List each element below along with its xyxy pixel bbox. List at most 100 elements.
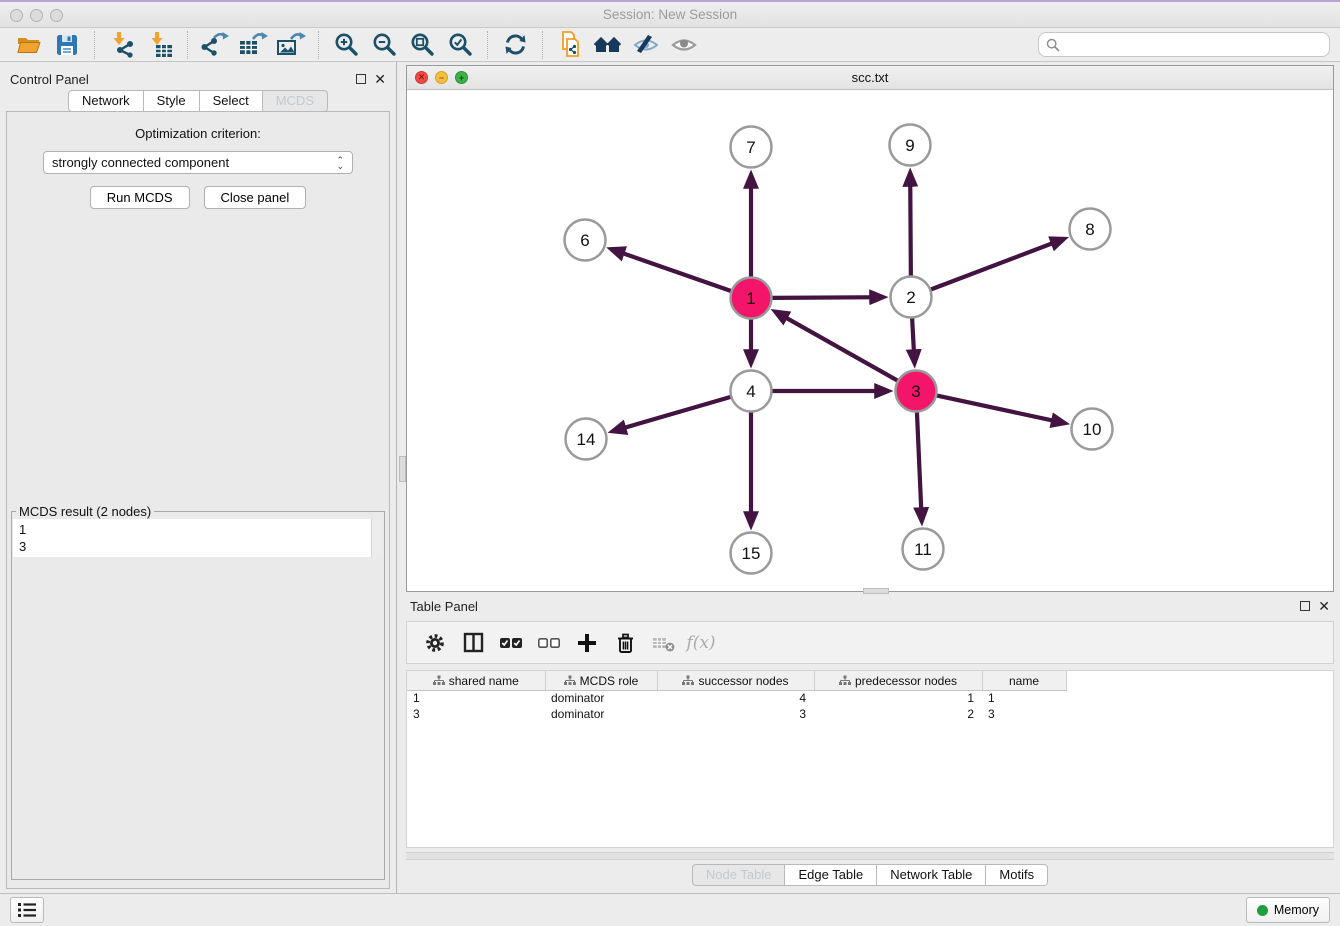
table-settings-button[interactable] — [419, 626, 451, 660]
tab-network[interactable]: Network — [68, 90, 144, 112]
table-cell[interactable]: dominator — [545, 706, 657, 722]
hide-selected-button[interactable] — [629, 30, 663, 60]
table-toolbar: f(x) — [406, 621, 1334, 664]
network-canvas[interactable]: 1234678910111415 — [407, 90, 1333, 591]
graph-edge-2-3[interactable] — [912, 318, 914, 363]
houses-icon — [593, 32, 623, 58]
list-icon — [17, 901, 37, 919]
table-cell[interactable]: 3 — [657, 706, 814, 722]
open-session-button[interactable] — [12, 30, 46, 60]
export-network-icon — [201, 31, 229, 58]
export-image-icon — [276, 31, 306, 58]
tab-style[interactable]: Style — [144, 90, 200, 112]
export-image-button[interactable] — [274, 30, 308, 60]
show-columns-button[interactable] — [457, 626, 489, 660]
table-tab-network-table[interactable]: Network Table — [877, 864, 986, 886]
select-all-columns-button[interactable] — [495, 626, 527, 660]
tab-mcds[interactable]: MCDS — [263, 90, 328, 112]
network-window-titlebar[interactable]: ✕ − + scc.txt — [407, 66, 1333, 90]
graph-node-label: 3 — [911, 382, 920, 401]
search-input[interactable] — [1065, 37, 1322, 52]
result-scrollbar[interactable] — [371, 519, 383, 557]
tab-select[interactable]: Select — [200, 90, 263, 112]
close-window-button[interactable] — [10, 9, 23, 22]
network-maximize-button[interactable]: + — [455, 71, 468, 84]
toolbar-separator — [487, 31, 488, 59]
float-table-panel-icon[interactable] — [1300, 599, 1310, 614]
table-row: 3dominator323 — [407, 706, 1066, 722]
delete-column-button[interactable] — [609, 626, 641, 660]
graph-edge-2-9[interactable] — [910, 172, 911, 275]
task-history-button[interactable] — [10, 897, 44, 923]
column-header-name[interactable]: name — [982, 671, 1066, 690]
table-cell[interactable]: 1 — [982, 690, 1066, 706]
run-mcds-button[interactable]: Run MCDS — [90, 186, 190, 209]
graph-edge-1-2[interactable] — [772, 297, 883, 298]
column-type-icon — [564, 675, 576, 686]
column-type-icon — [839, 675, 851, 686]
mcds-panel: Optimization criterion: strongly connect… — [6, 111, 390, 889]
refresh-button[interactable] — [498, 30, 532, 60]
network-minimize-button[interactable]: − — [435, 71, 448, 84]
create-column-button[interactable] — [571, 626, 603, 660]
graph-edge-3-1[interactable] — [775, 312, 897, 381]
network-close-button[interactable]: ✕ — [415, 71, 428, 84]
horizontal-splitter-handle[interactable] — [863, 588, 889, 594]
minimize-window-button[interactable] — [30, 9, 43, 22]
network-window-title: scc.txt — [407, 70, 1333, 85]
column-header-predecessor-nodes[interactable]: predecessor nodes — [814, 671, 982, 690]
nested-networks-button[interactable] — [591, 30, 625, 60]
table-splitter-strip[interactable] — [406, 852, 1334, 860]
import-table-button[interactable] — [143, 30, 177, 60]
column-header-successor-nodes[interactable]: successor nodes — [657, 671, 814, 690]
graph-edge-4-14[interactable] — [612, 397, 730, 431]
float-panel-icon[interactable] — [356, 72, 366, 87]
toolbar-separator — [187, 31, 188, 59]
graph-edge-3-10[interactable] — [937, 396, 1065, 424]
save-session-button[interactable] — [50, 30, 84, 60]
table-cell[interactable]: dominator — [545, 690, 657, 706]
table-tab-edge-table[interactable]: Edge Table — [785, 864, 877, 886]
window-controls — [10, 9, 63, 22]
deselect-all-columns-button[interactable] — [533, 626, 565, 660]
column-header-shared-name[interactable]: shared name — [407, 671, 545, 690]
mcds-result-list[interactable]: 13 — [13, 519, 371, 557]
graph-node-label: 4 — [746, 382, 755, 401]
close-panel-button[interactable]: Close panel — [204, 186, 307, 209]
column-header-mcds-role[interactable]: MCDS role — [545, 671, 657, 690]
zoom-selected-button[interactable] — [443, 30, 477, 60]
table-cell[interactable]: 4 — [657, 690, 814, 706]
zoom-out-button[interactable] — [367, 30, 401, 60]
close-table-panel-icon[interactable]: ✕ — [1318, 601, 1330, 611]
function-builder-button[interactable]: f(x) — [685, 626, 717, 660]
graph-edge-3-11[interactable] — [917, 412, 922, 521]
table-cell[interactable]: 3 — [407, 706, 545, 722]
zoom-in-icon — [333, 31, 360, 58]
table-cell[interactable]: 3 — [982, 706, 1066, 722]
export-network-button[interactable] — [198, 30, 232, 60]
graph-node-label: 7 — [746, 138, 755, 157]
mcds-result-title: MCDS result (2 nodes) — [16, 504, 154, 519]
zoom-window-button[interactable] — [50, 9, 63, 22]
vertical-splitter-handle[interactable] — [399, 456, 406, 482]
graph-node-label: 6 — [580, 231, 589, 250]
show-all-button[interactable] — [667, 30, 701, 60]
table-cell[interactable]: 1 — [407, 690, 545, 706]
table-cell[interactable]: 2 — [814, 706, 982, 722]
graph-edge-2-8[interactable] — [931, 239, 1064, 290]
zoom-selected-icon — [447, 31, 474, 58]
memory-button[interactable]: Memory — [1246, 897, 1330, 923]
unchecked-boxes-icon — [537, 635, 561, 651]
graph-edge-1-6[interactable] — [611, 249, 731, 291]
import-network-button[interactable] — [105, 30, 139, 60]
optimization-select[interactable]: strongly connected component ⌃⌄ — [43, 151, 353, 174]
table-tab-node-table[interactable]: Node Table — [692, 864, 786, 886]
zoom-fit-button[interactable] — [405, 30, 439, 60]
export-table-button[interactable] — [236, 30, 270, 60]
zoom-in-button[interactable] — [329, 30, 363, 60]
table-tab-motifs[interactable]: Motifs — [986, 864, 1048, 886]
delete-table-button[interactable] — [647, 626, 679, 660]
table-cell[interactable]: 1 — [814, 690, 982, 706]
clone-network-button[interactable] — [553, 30, 587, 60]
close-panel-icon[interactable]: ✕ — [374, 74, 386, 84]
